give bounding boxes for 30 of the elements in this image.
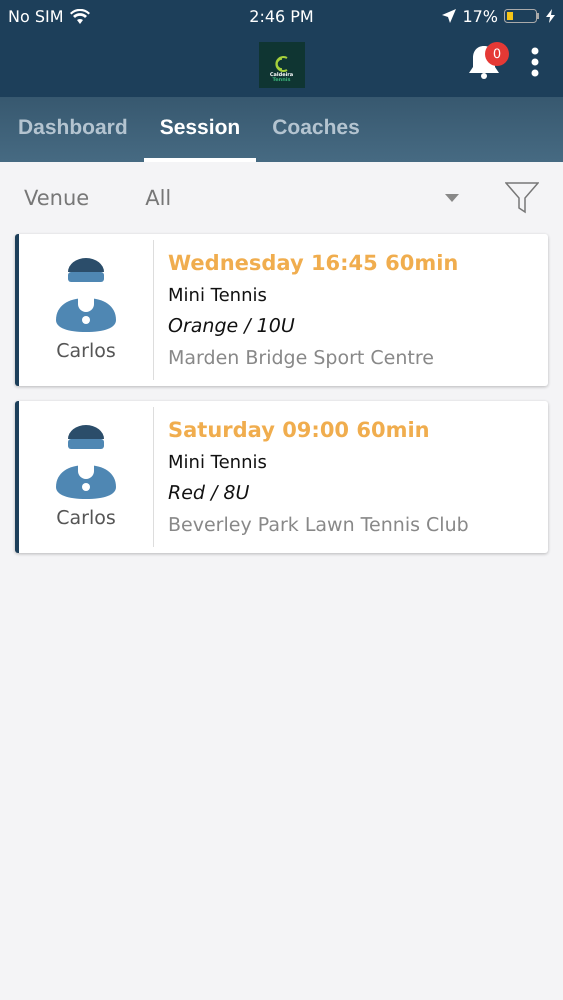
nav-tab[interactable]: Session [144,97,256,162]
coach-avatar-icon [54,258,118,334]
clock: 2:46 PM [249,6,314,26]
battery-percentage: 17% [462,6,498,26]
dropdown-caret-icon[interactable] [445,194,459,202]
session-venue: Marden Bridge Sport Centre [168,347,435,370]
nav-tab[interactable]: Coaches [256,97,376,162]
session-activity: Mini Tennis [168,284,268,306]
venue-dropdown-value[interactable]: All [145,186,172,210]
more-menu-icon[interactable] [531,47,539,77]
notification-count-badge: 0 [485,42,509,66]
session-time: Saturday 09:00 60min [168,418,431,442]
nav-tab[interactable]: Dashboard [2,97,144,162]
session-card[interactable]: Carlos Saturday 09:00 60min Mini Tennis Red / 8U Beverley Park Lawn Tennis Club [15,401,548,553]
carrier-label: No SIM [8,6,64,26]
coach-avatar-icon [54,425,118,501]
battery-icon [504,9,540,23]
coach-name: Carlos [56,507,116,529]
venue-label: Venue [24,186,90,210]
coach-name: Carlos [56,340,116,362]
filter-icon[interactable] [505,182,539,214]
wifi-icon [70,8,90,24]
session-time: Wednesday 16:45 60min [168,250,458,275]
session-venue: Beverley Park Lawn Tennis Club [168,514,469,536]
session-group: Red / 8U [168,482,469,504]
session-group: Orange / 10U [168,315,458,338]
charging-icon [546,9,555,23]
session-activity: Mini Tennis [168,452,268,473]
location-arrow-icon [442,9,456,23]
session-card[interactable]: Carlos Wednesday 16:45 60min Mini Tennis Orange / 10U Marden Bridge Sport Centre [15,234,548,386]
